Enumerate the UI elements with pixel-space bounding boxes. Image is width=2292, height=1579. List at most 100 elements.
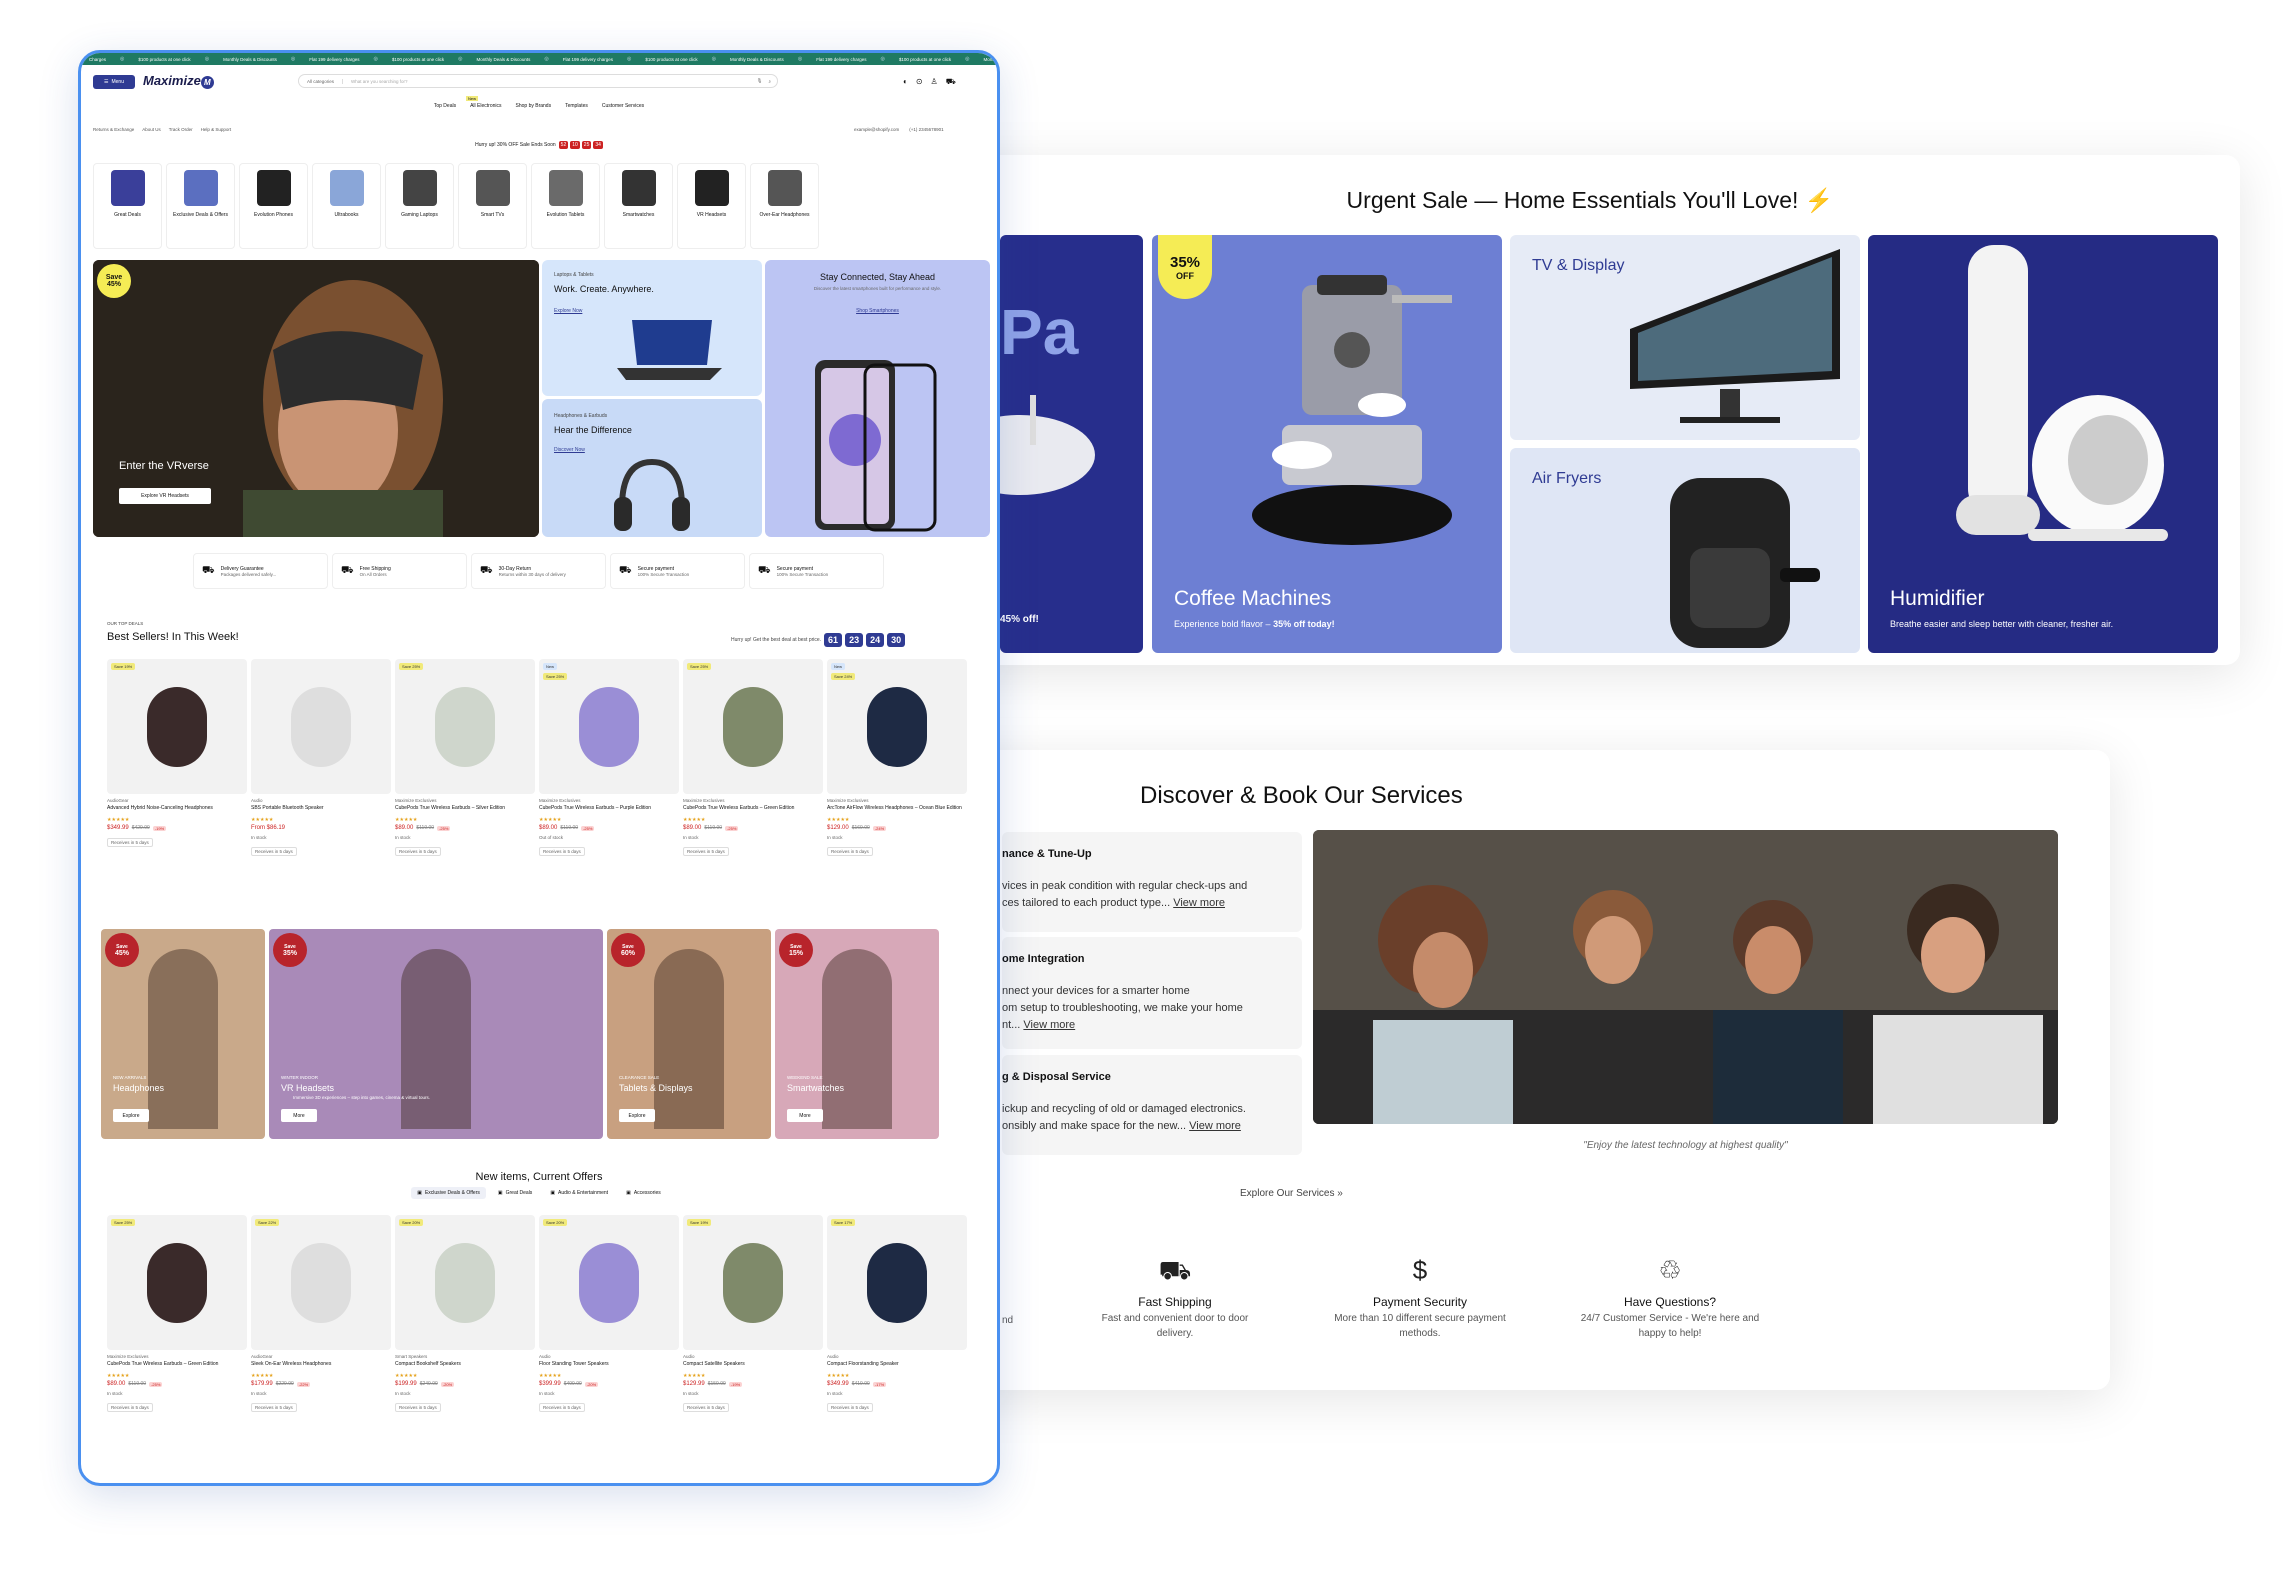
tab-item[interactable]: ▣ Audio & Entertainment — [544, 1187, 614, 1199]
banner-button[interactable]: More — [787, 1109, 823, 1122]
theme-toggle[interactable]: ◐ — [903, 77, 908, 87]
mic-icon[interactable]: 🎙 — [757, 78, 763, 84]
category-tile[interactable]: Smart TVs — [458, 163, 527, 249]
nav-item[interactable]: Templates — [565, 103, 588, 109]
product-card[interactable]: Save 17% Audio Compact Floorstanding Speak… — [827, 1215, 967, 1414]
phones-banner[interactable]: Stay Connected, Stay Ahead Discover the … — [765, 260, 990, 537]
promo-banner[interactable]: Save 35% WINTER INDOOR VR Headsets Immersive… — [269, 929, 603, 1139]
product-card[interactable]: Save 25% Maximize Exclusives CubePods True… — [395, 659, 535, 858]
utility-link[interactable]: Track Order — [169, 127, 193, 132]
product-image — [251, 659, 391, 794]
nav-item[interactable]: Customer Services — [602, 103, 644, 109]
category-tile[interactable]: Exclusive Deals & Offers — [166, 163, 235, 249]
product-price: $399.99 — [539, 1381, 561, 1387]
tv-display-panel[interactable]: TV & Display — [1510, 235, 1860, 440]
logo[interactable]: Maximize M — [143, 73, 214, 89]
category-tile[interactable]: Evolution Tablets — [531, 163, 600, 249]
product-name[interactable]: ArcTone AirFlow Wireless Headphones – Oc… — [827, 805, 967, 817]
banner-button[interactable]: More — [281, 1109, 317, 1122]
explore-services-link[interactable]: Explore Our Services » — [1240, 1188, 1343, 1199]
service-item[interactable]: g & Disposal Service ickup and recycling … — [1002, 1055, 1302, 1155]
humidifier-panel[interactable]: Humidifier Breathe easier and sleep bett… — [1868, 235, 2218, 653]
search-input[interactable]: What are you searching for? — [343, 79, 757, 84]
services-title: Discover & Book Our Services — [1140, 782, 1463, 809]
robot-vacuum-panel[interactable]: Pa 45% off! — [1000, 235, 1143, 653]
phones-link[interactable]: Shop Smartphones — [765, 308, 990, 314]
location-icon[interactable]: ⊙ — [916, 77, 923, 87]
product-card[interactable]: Save 20% Smart Speakers Compact Bookshelf … — [395, 1215, 535, 1414]
view-more-link[interactable]: View more — [1173, 897, 1225, 909]
user-icon[interactable]: ♙ — [931, 77, 938, 87]
tab-item[interactable]: ▣ Exclusive Deals & Offers — [411, 1187, 486, 1199]
category-tile[interactable]: Gaming Laptops — [385, 163, 454, 249]
category-tile[interactable]: Evolution Phones — [239, 163, 308, 249]
banner-button[interactable]: Explore — [619, 1109, 655, 1122]
category-tile[interactable]: Smartwatches — [604, 163, 673, 249]
product-card[interactable]: Save 25% New Maximize Exclusives CubePods T… — [539, 659, 679, 858]
hero-vr-banner[interactable]: Save 45% Enter the VRverse Explore VR Hea… — [93, 260, 539, 537]
category-tile[interactable]: VR Headsets — [677, 163, 746, 249]
laptops-link[interactable]: Explore Now — [554, 308, 582, 314]
product-name[interactable]: CubePods True Wireless Earbuds – Silver … — [395, 805, 535, 817]
nav-item[interactable]: All Electronics — [470, 103, 501, 109]
service-title: g & Disposal Service — [1002, 1071, 1111, 1083]
tab-item[interactable]: ▣ Accessories — [620, 1187, 667, 1199]
product-card[interactable]: Save 20% Audio Floor Standing Tower Speake… — [539, 1215, 679, 1414]
promo-banner[interactable]: Save 15% WEEKEND SALE Smartwatches More — [775, 929, 939, 1139]
product-name[interactable]: Sleek On-Ear Wireless Headphones — [251, 1361, 391, 1373]
email[interactable]: example@shopify.com — [854, 127, 899, 132]
category-select[interactable]: All categories — [299, 78, 344, 84]
product-name[interactable]: Floor Standing Tower Speakers — [539, 1361, 679, 1373]
category-tile[interactable]: Ultrabooks — [312, 163, 381, 249]
headphones-link[interactable]: Discover Now — [554, 447, 585, 453]
service-item[interactable]: nance & Tune-Up vices in peak condition w… — [1002, 832, 1302, 932]
nav-item[interactable]: Shop by Brands — [516, 103, 552, 109]
humidifier-title: Humidifier — [1890, 587, 1985, 610]
banner-person-image — [822, 949, 892, 1129]
perk-item: ⛟ Free Shipping On All Orders — [332, 553, 467, 589]
product-card[interactable]: Save 19% Audio Compact Satellite Speakers ★… — [683, 1215, 823, 1414]
product-name[interactable]: CubePods True Wireless Earbuds – Green E… — [683, 805, 823, 817]
product-price: $199.99 — [395, 1381, 417, 1387]
service-item[interactable]: ome Integration nnect your devices for a … — [1002, 937, 1302, 1049]
product-name[interactable]: Compact Satellite Speakers — [683, 1361, 823, 1373]
view-more-link[interactable]: View more — [1189, 1120, 1241, 1132]
product-card[interactable]: Save 19% AudioGear Advanced Hybrid Noise-C… — [107, 659, 247, 858]
menu-button[interactable]: ☰ Menu — [93, 75, 135, 89]
tab-item[interactable]: ▣ Great Deals — [492, 1187, 538, 1199]
nav-item[interactable]: Top Deals — [434, 103, 456, 109]
product-card[interactable]: Save 22% AudioGear Sleek On-Ear Wireless H… — [251, 1215, 391, 1414]
product-name[interactable]: CubePods True Wireless Earbuds – Green E… — [107, 1361, 247, 1373]
promo-banner[interactable]: Save 45% NEW ARRIVALS Headphones Explore — [101, 929, 265, 1139]
utility-link[interactable]: Returns & Exchange — [93, 127, 134, 132]
new-badge: New — [831, 663, 846, 670]
promo-banner[interactable]: Save 60% CLEARANCE SALE Tablets & Displays E… — [607, 929, 771, 1139]
product-name[interactable]: Compact Floorstanding Speaker — [827, 1361, 967, 1373]
category-tile[interactable]: Great Deals — [93, 163, 162, 249]
utility-link[interactable]: About Us — [142, 127, 161, 132]
product-name[interactable]: CubePods True Wireless Earbuds – Purple … — [539, 805, 679, 817]
ticker-item: Flat 199 delivery charges — [816, 56, 867, 62]
product-card[interactable]: Audio SBS Portable Bluetooth Speaker ★★★★★… — [251, 659, 391, 858]
product-card[interactable]: Save 25% Maximize Exclusives CubePods True… — [683, 659, 823, 858]
headphones-banner[interactable]: Headphones & Earbuds Hear the Difference… — [542, 399, 762, 537]
product-name[interactable]: SBS Portable Bluetooth Speaker — [251, 805, 391, 817]
coffee-machines-panel[interactable]: 35% OFF Coffee Machines Experience bold f… — [1152, 235, 1502, 653]
laptops-banner[interactable]: Laptops & Tablets Work. Create. Anywhere… — [542, 260, 762, 396]
phone[interactable]: (+1) 2345678901 — [909, 127, 943, 132]
view-more-link[interactable]: View more — [1023, 1019, 1075, 1031]
air-fryers-panel[interactable]: Air Fryers — [1510, 448, 1860, 653]
product-name[interactable]: Compact Bookshelf Speakers — [395, 1361, 535, 1373]
search-icon[interactable]: ⌕ — [768, 79, 771, 84]
utility-link[interactable]: Help & Support — [201, 127, 232, 132]
product-name[interactable]: Advanced Hybrid Noise-Canceling Headphon… — [107, 805, 247, 817]
product-card[interactable]: Save 25% Maximize Exclusives CubePods True… — [107, 1215, 247, 1414]
old-price: $429.99 — [131, 825, 150, 831]
promo-bar: Hurry up! 30% OFF Sale Ends Soon 52 10 25 34 — [81, 141, 997, 149]
hero-button[interactable]: Explore VR Headsets — [119, 488, 211, 504]
product-card[interactable]: Save 24% New Maximize Exclusives ArcTone Ai… — [827, 659, 967, 858]
category-tile[interactable]: Over-Ear Headphones — [750, 163, 819, 249]
product-price: $349.99 — [107, 825, 129, 831]
banner-button[interactable]: Explore — [113, 1109, 149, 1122]
cart-icon[interactable]: ⛟ — [946, 77, 956, 87]
